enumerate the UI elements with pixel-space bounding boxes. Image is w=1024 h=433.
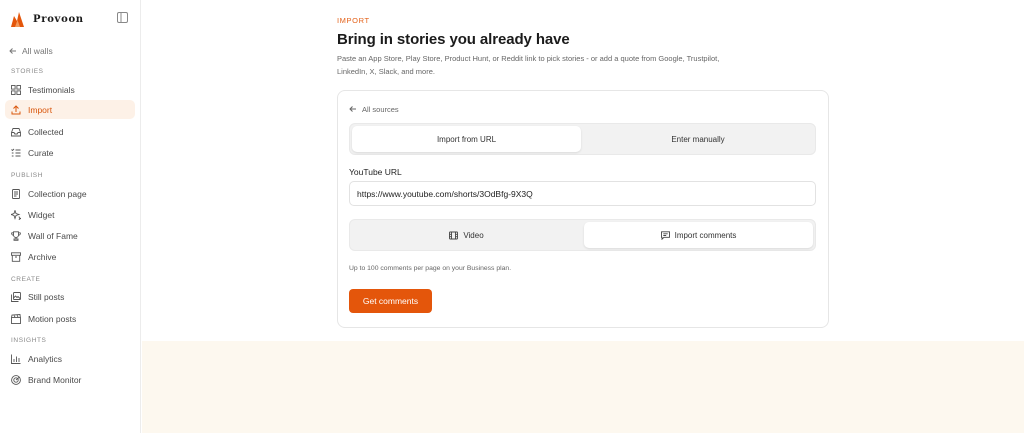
tab-import-comments[interactable]: Import comments: [584, 222, 813, 248]
sidebar-item-collection-page[interactable]: Collection page: [5, 184, 135, 203]
import-mode-tabs: Import from URL Enter manually: [349, 123, 816, 155]
sidebar-item-label: Motion posts: [28, 313, 77, 324]
section-title-insights: INSIGHTS: [11, 337, 47, 344]
sidebar-collapse-icon[interactable]: [117, 12, 128, 23]
sidebar-item-label: Wall of Fame: [28, 230, 78, 241]
page-subtitle: Paste an App Store, Play Store, Product …: [337, 54, 720, 76]
tab-import-from-url[interactable]: Import from URL: [352, 126, 581, 152]
images-icon: [11, 291, 21, 302]
youtube-url-label: YouTube URL: [349, 167, 402, 177]
plan-limit-helper: Up to 100 comments per page on your Busi…: [349, 265, 512, 272]
archive-icon: [11, 251, 21, 262]
youtube-url-input[interactable]: [349, 181, 816, 206]
trophy-icon: [11, 230, 21, 241]
sidebar-item-curate[interactable]: Curate: [5, 143, 135, 162]
sidebar-item-label: Analytics: [28, 353, 63, 364]
tab-label: Enter manually: [671, 134, 725, 144]
grid-icon: [11, 84, 21, 95]
sidebar-item-archive[interactable]: Archive: [5, 247, 135, 266]
tab-video[interactable]: Video: [352, 222, 581, 248]
sidebar-item-wall-of-fame[interactable]: Wall of Fame: [5, 226, 135, 245]
section-title-stories: STORIES: [11, 68, 44, 75]
tab-enter-manually[interactable]: Enter manually: [583, 126, 813, 152]
all-sources-label: All sources: [362, 104, 399, 114]
upload-icon: [11, 104, 21, 114]
back-to-walls-link[interactable]: All walls: [9, 44, 53, 58]
brand-name: Provoon: [33, 13, 84, 25]
sidebar-item-label: Widget: [28, 209, 55, 220]
all-sources-link[interactable]: All sources: [349, 103, 399, 115]
arrow-left-icon: [349, 106, 356, 112]
sidebar-item-brand-monitor[interactable]: Brand Monitor: [5, 370, 135, 389]
film-icon: [449, 231, 459, 239]
flame-logo-icon: [11, 11, 24, 27]
sidebar-item-still-posts[interactable]: Still posts: [5, 287, 135, 306]
clapperboard-icon: [11, 313, 21, 324]
tab-label: Import from URL: [436, 134, 497, 144]
sidebar-item-import[interactable]: Import: [5, 100, 135, 119]
sidebar-item-widget[interactable]: Widget: [5, 205, 135, 224]
page-title: Bring in stories you already have: [337, 31, 570, 48]
radar-icon: [11, 374, 21, 385]
main-background-footer: [142, 341, 1024, 433]
sidebar-item-motion-posts[interactable]: Motion posts: [5, 309, 135, 328]
section-title-publish: PUBLISH: [11, 172, 44, 179]
page-icon: [12, 188, 20, 199]
get-comments-button[interactable]: Get comments: [349, 289, 432, 313]
sidebar-item-label: Still posts: [28, 291, 65, 302]
sidebar-item-label: Collected: [28, 126, 64, 137]
tab-label: Video: [463, 230, 484, 240]
sidebar-item-label: Collection page: [28, 188, 87, 199]
sidebar-item-label: Testimonials: [28, 84, 75, 95]
bar-chart-icon: [11, 354, 21, 364]
arrow-left-icon: [9, 48, 16, 54]
inbox-icon: [11, 127, 21, 136]
sidebar-item-label: Brand Monitor: [28, 374, 82, 385]
sidebar-item-label: Curate: [28, 147, 54, 158]
sidebar-item-label: Archive: [28, 251, 57, 262]
sidebar-item-testimonials[interactable]: Testimonials: [5, 80, 135, 99]
tab-label: Import comments: [674, 230, 737, 240]
back-to-walls-label: All walls: [22, 46, 53, 56]
sidebar-item-collected[interactable]: Collected: [5, 122, 135, 141]
page-eyebrow: IMPORT: [337, 16, 370, 25]
sidebar-item-analytics[interactable]: Analytics: [5, 349, 135, 368]
brand[interactable]: Provoon: [10, 9, 84, 29]
section-title-create: CREATE: [11, 276, 41, 283]
sidebar-item-label: Import: [28, 104, 53, 115]
comment-icon: [660, 230, 670, 240]
sparkle-icon: [11, 209, 21, 220]
sidebar: Provoon All walls STORIES Testimonials I…: [0, 0, 141, 433]
import-type-tabs: Video Import comments: [349, 219, 816, 251]
list-check-icon: [11, 148, 21, 156]
